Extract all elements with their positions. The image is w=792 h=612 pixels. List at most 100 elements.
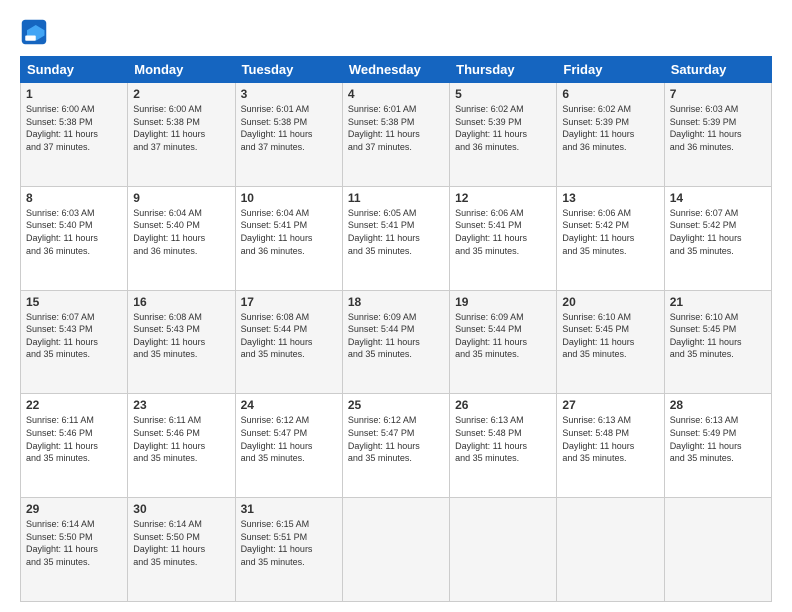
calendar-cell (557, 498, 664, 602)
calendar-cell: 11 Sunrise: 6:05 AM Sunset: 5:41 PM Dayli… (342, 186, 449, 290)
day-number: 14 (670, 191, 766, 205)
calendar-cell: 21 Sunrise: 6:10 AM Sunset: 5:45 PM Dayli… (664, 290, 771, 394)
calendar-body: 1 Sunrise: 6:00 AM Sunset: 5:38 PM Daylig… (21, 83, 772, 602)
calendar-cell: 28 Sunrise: 6:13 AM Sunset: 5:49 PM Dayli… (664, 394, 771, 498)
calendar-cell: 2 Sunrise: 6:00 AM Sunset: 5:38 PM Daylig… (128, 83, 235, 187)
calendar-cell: 30 Sunrise: 6:14 AM Sunset: 5:50 PM Dayli… (128, 498, 235, 602)
day-info: Sunrise: 6:07 AM Sunset: 5:43 PM Dayligh… (26, 311, 122, 361)
calendar-cell: 8Sunrise: 6:03 AM Sunset: 5:40 PM Daylig… (21, 186, 128, 290)
calendar-cell: 1Sunrise: 6:00 AM Sunset: 5:38 PM Daylig… (21, 83, 128, 187)
day-number: 28 (670, 398, 766, 412)
day-number: 10 (241, 191, 337, 205)
day-number: 13 (562, 191, 658, 205)
day-info: Sunrise: 6:08 AM Sunset: 5:43 PM Dayligh… (133, 311, 229, 361)
day-number: 30 (133, 502, 229, 516)
calendar-cell: 25 Sunrise: 6:12 AM Sunset: 5:47 PM Dayli… (342, 394, 449, 498)
calendar-cell: 23 Sunrise: 6:11 AM Sunset: 5:46 PM Dayli… (128, 394, 235, 498)
day-info: Sunrise: 6:13 AM Sunset: 5:48 PM Dayligh… (562, 414, 658, 464)
day-info: Sunrise: 6:08 AM Sunset: 5:44 PM Dayligh… (241, 311, 337, 361)
day-number: 23 (133, 398, 229, 412)
header-day-wednesday: Wednesday (342, 57, 449, 83)
day-number: 11 (348, 191, 444, 205)
calendar-cell: 18 Sunrise: 6:09 AM Sunset: 5:44 PM Dayli… (342, 290, 449, 394)
day-info: Sunrise: 6:12 AM Sunset: 5:47 PM Dayligh… (241, 414, 337, 464)
calendar-cell (450, 498, 557, 602)
week-row-5: 29 Sunrise: 6:14 AM Sunset: 5:50 PM Dayli… (21, 498, 772, 602)
day-number: 27 (562, 398, 658, 412)
day-info: Sunrise: 6:15 AM Sunset: 5:51 PM Dayligh… (241, 518, 337, 568)
calendar-cell: 31 Sunrise: 6:15 AM Sunset: 5:51 PM Dayli… (235, 498, 342, 602)
day-info: Sunrise: 6:01 AM Sunset: 5:38 PM Dayligh… (241, 103, 337, 153)
header-day-thursday: Thursday (450, 57, 557, 83)
day-number: 25 (348, 398, 444, 412)
logo (20, 18, 52, 46)
day-number: 26 (455, 398, 551, 412)
day-info: Sunrise: 6:10 AM Sunset: 5:45 PM Dayligh… (670, 311, 766, 361)
calendar-cell: 13 Sunrise: 6:06 AM Sunset: 5:42 PM Dayli… (557, 186, 664, 290)
calendar-cell: 6 Sunrise: 6:02 AM Sunset: 5:39 PM Daylig… (557, 83, 664, 187)
day-info: Sunrise: 6:00 AM Sunset: 5:38 PM Dayligh… (133, 103, 229, 153)
day-number: 8 (26, 191, 122, 205)
week-row-4: 22 Sunrise: 6:11 AM Sunset: 5:46 PM Dayli… (21, 394, 772, 498)
calendar-cell: 29Sunrise: 6:14 AM Sunset: 5:50 PM Dayli… (21, 498, 128, 602)
day-info: Sunrise: 6:14 AM Sunset: 5:50 PM Dayligh… (133, 518, 229, 568)
day-number: 20 (562, 295, 658, 309)
header-day-saturday: Saturday (664, 57, 771, 83)
calendar-cell: 26Sunrise: 6:13 AM Sunset: 5:48 PM Dayli… (450, 394, 557, 498)
day-info: Sunrise: 6:03 AM Sunset: 5:39 PM Dayligh… (670, 103, 766, 153)
calendar-cell: 7 Sunrise: 6:03 AM Sunset: 5:39 PM Daylig… (664, 83, 771, 187)
week-row-1: 1 Sunrise: 6:00 AM Sunset: 5:38 PM Daylig… (21, 83, 772, 187)
day-info: Sunrise: 6:11 AM Sunset: 5:46 PM Dayligh… (133, 414, 229, 464)
calendar-cell: 22Sunrise: 6:11 AM Sunset: 5:46 PM Dayli… (21, 394, 128, 498)
calendar-cell (342, 498, 449, 602)
day-info: Sunrise: 6:01 AM Sunset: 5:38 PM Dayligh… (348, 103, 444, 153)
day-number: 19 (455, 295, 551, 309)
calendar-cell: 9 Sunrise: 6:04 AM Sunset: 5:40 PM Daylig… (128, 186, 235, 290)
day-number: 31 (241, 502, 337, 516)
day-info: Sunrise: 6:06 AM Sunset: 5:42 PM Dayligh… (562, 207, 658, 257)
page: SundayMondayTuesdayWednesdayThursdayFrid… (0, 0, 792, 612)
day-number: 7 (670, 87, 766, 101)
header-day-monday: Monday (128, 57, 235, 83)
day-info: Sunrise: 6:12 AM Sunset: 5:47 PM Dayligh… (348, 414, 444, 464)
calendar-cell: 16 Sunrise: 6:08 AM Sunset: 5:43 PM Dayli… (128, 290, 235, 394)
calendar-cell (664, 498, 771, 602)
calendar-cell: 15 Sunrise: 6:07 AM Sunset: 5:43 PM Dayli… (21, 290, 128, 394)
calendar-cell: 14 Sunrise: 6:07 AM Sunset: 5:42 PM Dayli… (664, 186, 771, 290)
calendar-cell: 19 Sunrise: 6:09 AM Sunset: 5:44 PM Dayli… (450, 290, 557, 394)
calendar-cell: 20Sunrise: 6:10 AM Sunset: 5:45 PM Dayli… (557, 290, 664, 394)
day-info: Sunrise: 6:05 AM Sunset: 5:41 PM Dayligh… (348, 207, 444, 257)
calendar-cell: 5Sunrise: 6:02 AM Sunset: 5:39 PM Daylig… (450, 83, 557, 187)
day-number: 16 (133, 295, 229, 309)
day-info: Sunrise: 6:13 AM Sunset: 5:49 PM Dayligh… (670, 414, 766, 464)
calendar-table: SundayMondayTuesdayWednesdayThursdayFrid… (20, 56, 772, 602)
week-row-3: 15 Sunrise: 6:07 AM Sunset: 5:43 PM Dayli… (21, 290, 772, 394)
logo-icon (20, 18, 48, 46)
day-number: 29 (26, 502, 122, 516)
calendar-cell: 17 Sunrise: 6:08 AM Sunset: 5:44 PM Dayli… (235, 290, 342, 394)
day-number: 4 (348, 87, 444, 101)
day-info: Sunrise: 6:04 AM Sunset: 5:40 PM Dayligh… (133, 207, 229, 257)
day-number: 12 (455, 191, 551, 205)
day-number: 6 (562, 87, 658, 101)
day-number: 15 (26, 295, 122, 309)
day-info: Sunrise: 6:02 AM Sunset: 5:39 PM Dayligh… (562, 103, 658, 153)
calendar-cell: 4 Sunrise: 6:01 AM Sunset: 5:38 PM Daylig… (342, 83, 449, 187)
header-day-tuesday: Tuesday (235, 57, 342, 83)
day-info: Sunrise: 6:09 AM Sunset: 5:44 PM Dayligh… (348, 311, 444, 361)
day-info: Sunrise: 6:09 AM Sunset: 5:44 PM Dayligh… (455, 311, 551, 361)
day-number: 22 (26, 398, 122, 412)
day-number: 18 (348, 295, 444, 309)
header-day-friday: Friday (557, 57, 664, 83)
calendar-cell: 12Sunrise: 6:06 AM Sunset: 5:41 PM Dayli… (450, 186, 557, 290)
day-info: Sunrise: 6:07 AM Sunset: 5:42 PM Dayligh… (670, 207, 766, 257)
day-number: 9 (133, 191, 229, 205)
week-row-2: 8Sunrise: 6:03 AM Sunset: 5:40 PM Daylig… (21, 186, 772, 290)
day-number: 2 (133, 87, 229, 101)
day-info: Sunrise: 6:04 AM Sunset: 5:41 PM Dayligh… (241, 207, 337, 257)
day-number: 17 (241, 295, 337, 309)
day-number: 21 (670, 295, 766, 309)
day-number: 5 (455, 87, 551, 101)
day-number: 1 (26, 87, 122, 101)
calendar-header: SundayMondayTuesdayWednesdayThursdayFrid… (21, 57, 772, 83)
